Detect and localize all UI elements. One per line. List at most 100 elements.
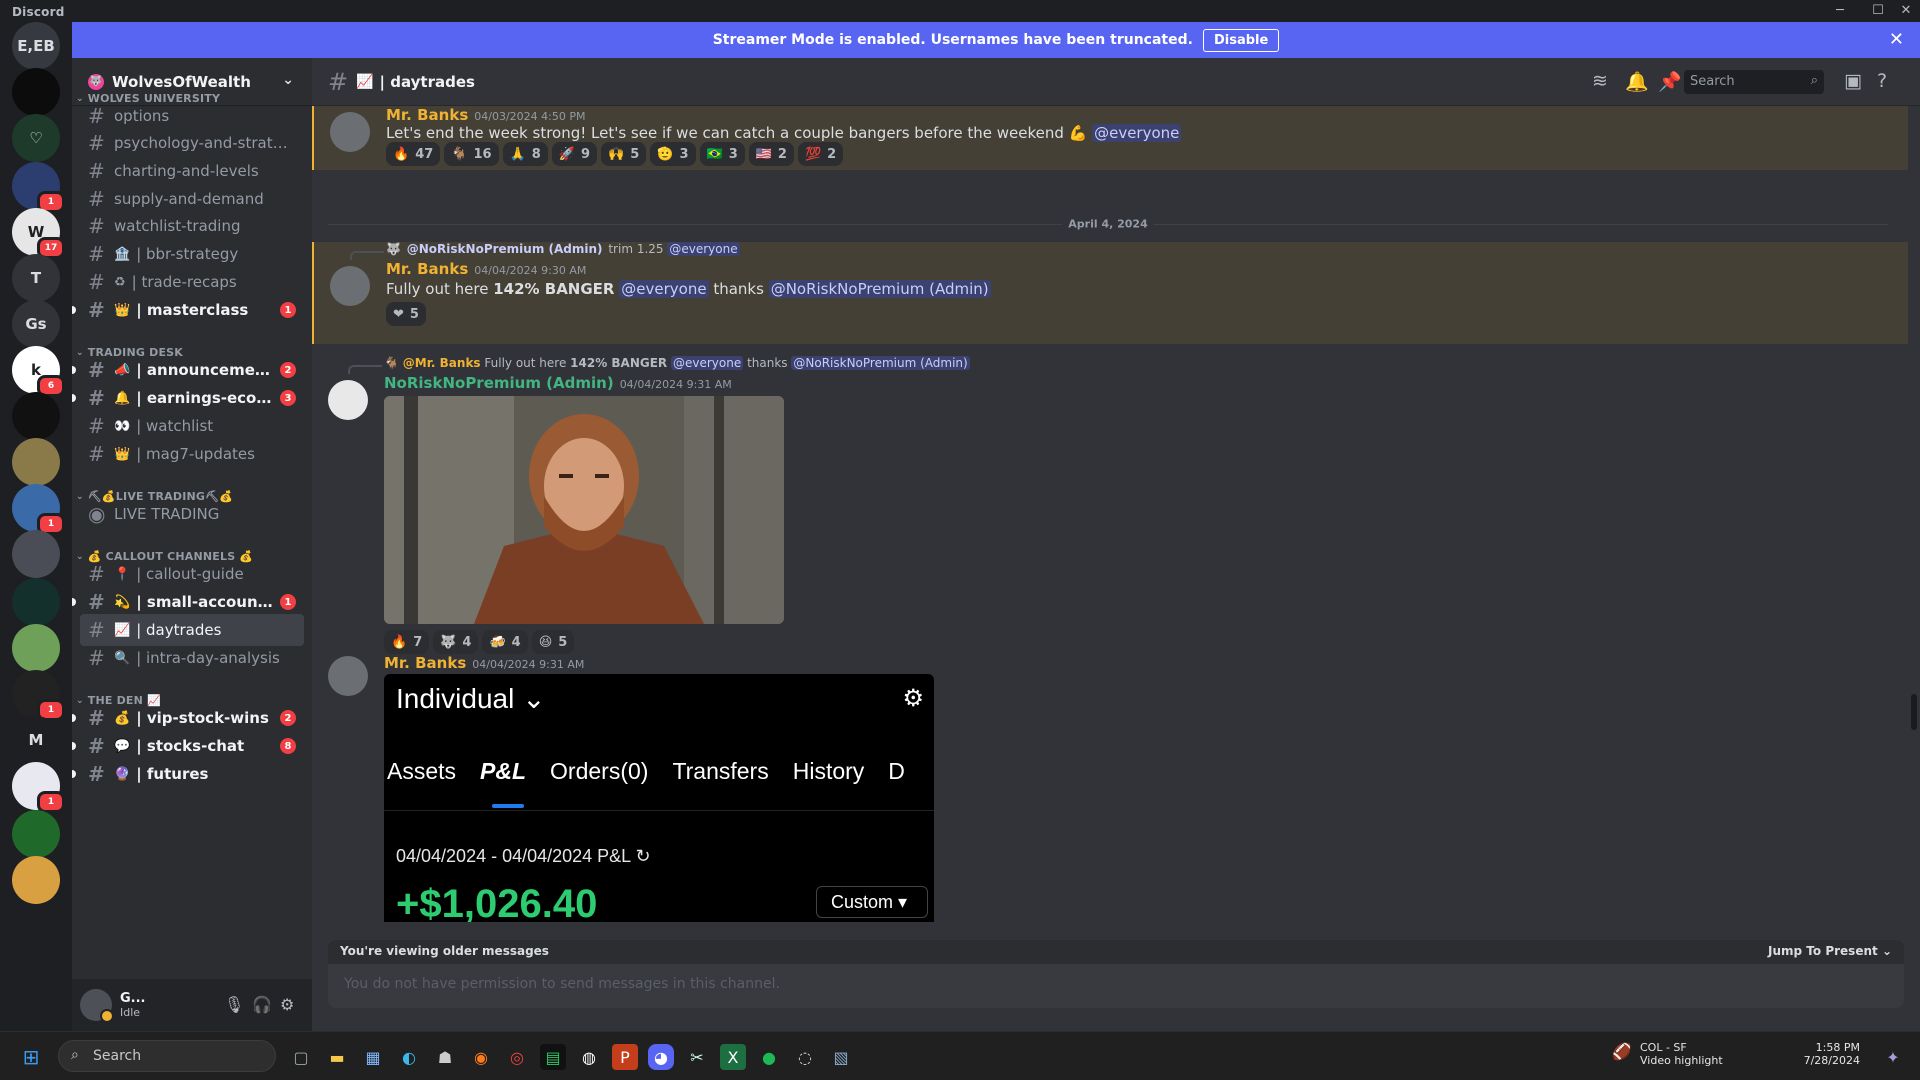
channel-item[interactable]: # 👑 | masterclass 1 [72,294,304,326]
avatar[interactable] [328,380,368,420]
reaction[interactable]: 🐺 4 [433,630,479,654]
server-icon[interactable] [12,578,60,626]
app-icon[interactable]: ◍ [576,1044,602,1070]
message-text: thanks [708,280,769,298]
reaction[interactable]: ❤ 5 [386,302,426,326]
reaction[interactable]: 🫡 3 [650,142,696,166]
gif-attachment[interactable] [384,396,784,624]
app-icon[interactable]: ☗ [432,1044,458,1070]
firefox-icon[interactable]: ◉ [468,1044,494,1070]
mention[interactable]: @NoRiskNoPremium (Admin) [768,280,991,298]
message-author[interactable]: Mr. Banks 04/03/2024 4:50 PM [386,106,585,124]
jump-to-present-button[interactable]: Jump To Present ⌄ [1768,944,1892,958]
reaction[interactable]: 🐐 16 [444,142,499,166]
copilot-icon[interactable]: ✦ [1880,1044,1906,1070]
server-icon[interactable] [12,530,60,578]
headphones-icon[interactable]: 🎧 [252,995,272,1014]
server-icon[interactable] [12,856,60,904]
reaction[interactable]: 😆 5 [531,630,575,654]
chrome-icon[interactable]: ◎ [504,1044,530,1070]
microphone-icon[interactable]: 🎙 [224,995,244,1014]
excel-icon[interactable]: X [720,1044,746,1070]
reaction[interactable]: 🙌 5 [601,142,647,166]
message-author[interactable]: Mr. Banks 04/04/2024 9:31 AM [384,654,584,672]
weather-widget[interactable]: COL - SF Video highlight [1640,1041,1723,1067]
server-icon[interactable]: W 17 [12,208,65,259]
reaction[interactable]: 🔥 7 [384,630,430,654]
taskbar-search[interactable]: ⌕ Search [58,1040,276,1072]
search-input[interactable]: Search ⌕ [1684,70,1824,94]
server-icon[interactable]: 1 [12,670,65,721]
server-icon[interactable]: ♡ [12,114,60,162]
channel-item[interactable]: # 🔍 | intra-day-analysis [80,642,304,674]
reply-preview[interactable]: 🐺 @NoRiskNoPremium (Admin) trim 1.25 @ev… [386,242,740,256]
inbox-icon[interactable]: ▣ [1844,70,1862,92]
avatar[interactable] [328,656,368,696]
chart-icon: 📈 [356,73,374,90]
disable-streamer-button[interactable]: Disable [1202,28,1280,52]
minimize-button[interactable]: ─ [1826,0,1854,22]
bell-icon[interactable]: 🔔 [1625,70,1649,93]
reaction[interactable]: 🔥 47 [386,142,441,166]
threads-icon[interactable]: ≋ [1592,70,1608,92]
reaction[interactable]: 🇧🇷 3 [699,142,745,166]
avatar[interactable] [330,266,370,306]
discord-icon[interactable]: ◕ [648,1044,674,1070]
server-icon[interactable] [12,624,60,672]
help-icon[interactable]: ? [1877,70,1887,92]
window-close-button[interactable]: ✕ [1892,0,1920,22]
server-icon[interactable]: Gs [12,300,60,348]
hash-icon: # [88,298,105,322]
spotify-icon[interactable]: ● [756,1044,782,1070]
file-explorer-icon[interactable]: ▬ [324,1044,350,1070]
server-icon[interactable]: 1 [12,162,65,213]
server-icon[interactable] [12,392,60,440]
server-icon[interactable] [12,438,60,486]
pin-icon[interactable]: 📌 [1658,70,1682,93]
channel-item[interactable]: ◉ LIVE TRADING [80,498,304,530]
store-icon[interactable]: ▦ [360,1044,386,1070]
banner-text: Streamer Mode is enabled. Usernames have… [712,32,1193,48]
reaction[interactable]: 🍻 4 [482,630,528,654]
mention[interactable]: @everyone [619,280,709,298]
maximize-button[interactable]: ☐ [1864,0,1892,22]
task-view-icon[interactable]: ▢ [288,1044,314,1070]
obs-icon[interactable]: ◌ [792,1044,818,1070]
avatar[interactable] [80,989,114,1023]
reaction-count: 4 [462,634,472,650]
server-icon[interactable]: E,EB [12,22,60,70]
reaction[interactable]: 💯 2 [797,142,844,166]
pnl-screenshot-attachment[interactable]: Individual ⌄ ⚙ Assets P&L Orders(0) Transfe… [384,674,934,922]
mention[interactable]: @everyone [1092,124,1182,142]
server-icon[interactable]: k6 [12,346,65,397]
reply-preview[interactable]: 🐐 @Mr. Banks Fully out here 142% BANGER … [384,356,970,370]
chevron-down-icon[interactable]: ⌄ [282,72,294,88]
banner-close-icon[interactable]: ✕ [1889,29,1904,50]
channel-item[interactable]: # 🔮 | futures [72,758,304,790]
server-icon[interactable]: 1 [12,484,65,535]
server-icon[interactable] [12,68,60,116]
server-icon[interactable]: 1 [12,762,65,813]
photos-icon[interactable]: ▧ [828,1044,854,1070]
clock[interactable]: 1:58 PM 7/28/2024 [1800,1041,1860,1067]
hash-icon: # [88,358,105,382]
reaction[interactable]: 🇺🇸 2 [748,142,794,166]
message-author[interactable]: Mr. Banks 04/04/2024 9:30 AM [386,260,586,278]
avatar[interactable] [330,112,370,152]
scrollbar[interactable] [1908,106,1920,994]
reaction[interactable]: 🚀 9 [551,142,598,166]
server-icon[interactable]: M [12,716,60,764]
scrollbar-thumb[interactable] [1911,694,1917,730]
server-icon[interactable] [12,810,60,858]
windows-start-icon[interactable]: ⊞ [18,1044,44,1070]
server-icon[interactable]: T [12,254,60,302]
powerpoint-icon[interactable]: P [612,1044,638,1070]
channel-item[interactable]: # 👑 | mag7-updates [80,438,304,470]
reaction[interactable]: 🙏 8 [502,142,548,166]
widget-icon[interactable]: 🏈 [1612,1042,1632,1061]
message-author[interactable]: NoRiskNoPremium (Admin) 04/04/2024 9:31 A… [384,374,732,392]
pycharm-icon[interactable]: ▤ [540,1044,566,1070]
gear-icon[interactable]: ⚙ [280,995,294,1014]
snipping-icon[interactable]: ✂ [684,1044,710,1070]
edge-icon[interactable]: ◐ [396,1044,422,1070]
